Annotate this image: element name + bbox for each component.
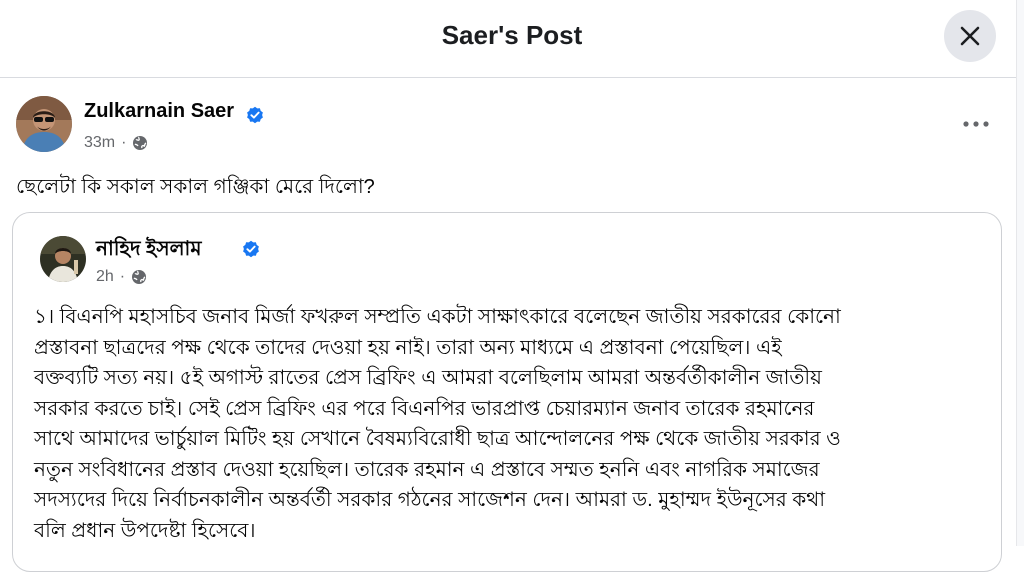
globe-icon — [132, 270, 147, 284]
author-name[interactable]: Zulkarnain Saer — [84, 100, 234, 123]
author-avatar[interactable] — [16, 96, 72, 152]
shared-post-line: প্রস্তাবনা ছাত্রদের পক্ষ থেকে তাদের দেওয… — [34, 336, 782, 359]
close-icon — [960, 26, 980, 46]
dialog-title: Saer's Post — [441, 20, 583, 50]
scrollbar-track[interactable] — [1016, 0, 1024, 546]
shared-post-line: ১। বিএনপি মহাসচিব জনাব মির্জা ফখরুল সম্প… — [34, 306, 841, 328]
post-text: ছেলেটা কি সকাল সকাল গঞ্জিকা মেরে দিলো? — [16, 176, 375, 198]
shared-post-line: সদস্যদের দিয়ে নির্বাচনকালীন অন্তর্বর্তী… — [34, 489, 826, 511]
shared-post-line: বলি প্রধান উপদেষ্টা হিসেবে। — [34, 519, 256, 542]
shared-author-name[interactable]: নাহিদ ইসলাম — [96, 234, 201, 267]
more-options-button[interactable] — [958, 110, 994, 138]
dialog-header: Saer's Post — [0, 0, 1024, 78]
shared-post-time[interactable]: 2h — [96, 268, 114, 286]
verified-badge-icon — [243, 240, 259, 258]
verified-badge-icon — [247, 106, 263, 124]
shared-author-avatar-image — [40, 236, 86, 282]
post-meta: 33m · — [84, 134, 148, 152]
globe-icon — [133, 136, 148, 150]
more-options-icon — [963, 121, 989, 127]
shared-post-line: সাথে আমাদের ভার্চুয়াল মিটিং হয় সেখানে … — [34, 428, 841, 450]
author-avatar-image — [16, 96, 72, 152]
shared-post-line: সরকার করতে চাই। সেই প্রেস ব্রিফিং এর পরে… — [34, 397, 815, 420]
post-time[interactable]: 33m — [84, 134, 115, 152]
meta-separator: · — [119, 268, 126, 285]
shared-post-meta: 2h · — [96, 268, 147, 286]
shared-post-line: বক্তব্যটি সত্য নয়। ৫ই অগাস্ট রাতের প্রে… — [34, 367, 822, 389]
shared-author-avatar[interactable] — [40, 236, 86, 282]
shared-post-line: নতুন সংবিধানের প্রস্তাব দেওয়া হয়েছিল। … — [34, 458, 820, 481]
meta-separator: · — [121, 134, 127, 151]
close-button[interactable] — [944, 10, 996, 62]
shared-post-body: ১। বিএনপি মহাসচিব জনাব মির্জা ফখরুল সম্প… — [34, 302, 996, 546]
